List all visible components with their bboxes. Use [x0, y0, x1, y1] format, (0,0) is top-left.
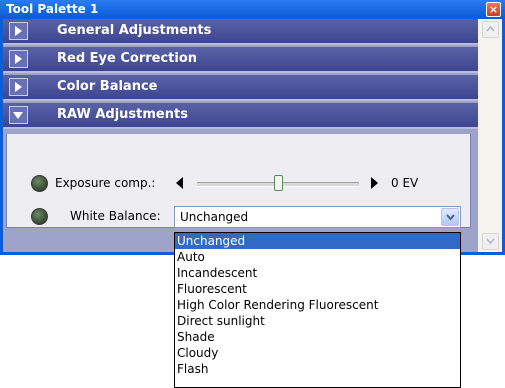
close-icon: × — [488, 3, 499, 16]
chevron-right-icon[interactable] — [9, 50, 28, 68]
section-red-eye-correction[interactable]: Red Eye Correction — [3, 47, 478, 73]
chevron-up-icon — [486, 26, 495, 32]
chevron-down-icon[interactable] — [9, 106, 28, 124]
white-balance-indicator-led — [31, 208, 48, 225]
option-incandescent[interactable]: Incandescent — [175, 265, 460, 281]
dropdown-button[interactable] — [441, 208, 459, 226]
title-bar[interactable]: Tool Palette 1 × — [0, 0, 505, 19]
white-balance-dropdown-list: Unchanged Auto Incandescent Fluorescent … — [174, 232, 461, 388]
vertical-scrollbar[interactable] — [478, 19, 502, 252]
option-unchanged[interactable]: Unchanged — [175, 233, 460, 249]
option-direct-sunlight[interactable]: Direct sunlight — [175, 313, 460, 329]
option-high-color-rendering-fluorescent[interactable]: High Color Rendering Fluorescent — [175, 297, 460, 313]
scroll-down-button[interactable] — [482, 233, 499, 250]
arrow-left-icon[interactable] — [176, 177, 184, 189]
section-label: General Adjustments — [57, 23, 212, 38]
section-label: RAW Adjustments — [57, 107, 188, 122]
chevron-right-icon[interactable] — [9, 22, 28, 40]
chevron-down-icon — [486, 238, 495, 244]
exposure-value: 0 EV — [391, 176, 419, 190]
section-label: Color Balance — [57, 79, 158, 94]
section-label: Red Eye Correction — [57, 51, 198, 66]
section-color-balance[interactable]: Color Balance — [3, 75, 478, 101]
close-button[interactable]: × — [486, 2, 501, 17]
section-general-adjustments[interactable]: General Adjustments — [3, 19, 478, 45]
white-balance-label: White Balance: — [70, 209, 161, 223]
option-flash[interactable]: Flash — [175, 361, 460, 377]
option-shade[interactable]: Shade — [175, 329, 460, 345]
section-raw-adjustments[interactable]: RAW Adjustments — [3, 103, 478, 129]
option-fluorescent[interactable]: Fluorescent — [175, 281, 460, 297]
option-auto[interactable]: Auto — [175, 249, 460, 265]
window-title: Tool Palette 1 — [6, 2, 99, 16]
white-balance-select[interactable]: Unchanged — [174, 206, 461, 228]
exposure-slider-thumb[interactable] — [274, 175, 283, 191]
option-cloudy[interactable]: Cloudy — [175, 345, 460, 361]
chevron-right-icon[interactable] — [9, 78, 28, 96]
arrow-right-icon[interactable] — [370, 177, 378, 189]
chevron-down-icon — [446, 214, 455, 221]
white-balance-value: Unchanged — [180, 210, 249, 224]
scroll-up-button[interactable] — [482, 21, 499, 38]
exposure-indicator-led — [31, 175, 48, 192]
exposure-label: Exposure comp.: — [55, 176, 156, 190]
